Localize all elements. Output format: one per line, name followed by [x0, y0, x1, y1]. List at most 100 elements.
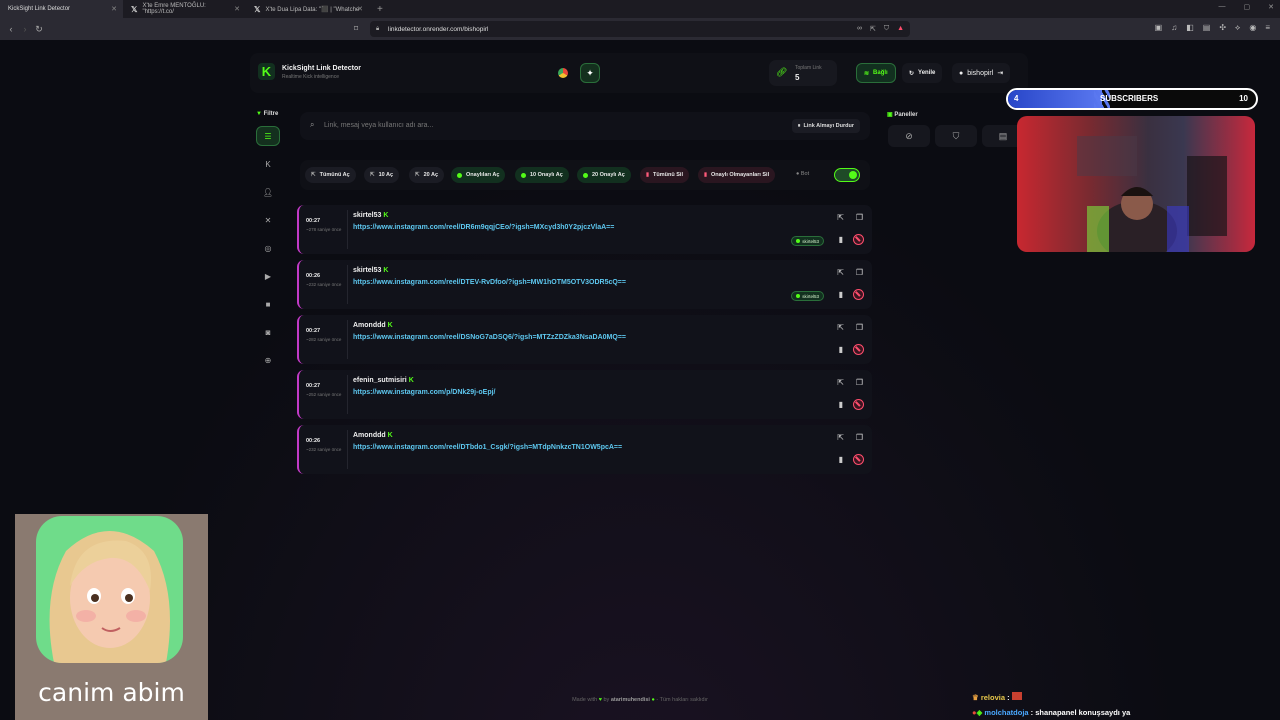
delete-icon[interactable]: ▮: [839, 400, 843, 409]
open-10-approved-button[interactable]: 10 Onaylı Aç: [515, 167, 569, 183]
menu-icon[interactable]: ≡: [1265, 23, 1270, 33]
new-tab-button[interactable]: +: [369, 4, 391, 15]
filter-instagram-icon[interactable]: ◎: [256, 238, 280, 258]
search-bar[interactable]: ⌕ Link, mesaj veya kullanıcı adı ara... …: [300, 112, 870, 140]
extension-icon[interactable]: ▤: [1203, 23, 1211, 33]
delete-all-button[interactable]: ▮ Tümünü Sil: [640, 167, 689, 183]
open-link-icon[interactable]: ⇱: [837, 378, 844, 387]
ban-icon[interactable]: [853, 399, 864, 410]
open-20-approved-button[interactable]: 20 Onaylı Aç: [577, 167, 631, 183]
link-time: 00:27: [306, 328, 321, 334]
minimize-icon[interactable]: —: [1219, 3, 1226, 11]
chrome-icon[interactable]: [553, 63, 573, 83]
glasses-icon[interactable]: ∞: [857, 25, 862, 33]
logout-icon[interactable]: ⇥: [997, 69, 1003, 77]
open-20-button[interactable]: ⇱ 20 Aç: [409, 167, 445, 183]
close-icon[interactable]: ✕: [357, 5, 363, 13]
kick-icon: K: [387, 432, 393, 439]
brave-rewards-icon[interactable]: ▲: [897, 25, 904, 33]
open-20-label: 20 Aç: [423, 172, 439, 178]
panel-shield-button[interactable]: ⛉: [935, 125, 977, 147]
link-url[interactable]: https://www.instagram.com/p/DNk29j-oEpj/: [353, 389, 495, 396]
bookmark-icon[interactable]: ⌑: [354, 24, 358, 33]
filter-youtube-icon[interactable]: ▶: [256, 266, 280, 286]
open-20-approved-label: 20 Onaylı Aç: [592, 172, 625, 178]
bot-toggle[interactable]: [834, 168, 860, 182]
delete-icon[interactable]: ▮: [839, 290, 843, 299]
maximize-icon[interactable]: ▢: [1244, 3, 1251, 11]
panel-ban-button[interactable]: ⊘: [888, 125, 930, 147]
footer-author[interactable]: atarimuhendisi: [611, 697, 650, 703]
link-url[interactable]: https://www.instagram.com/reel/DR6m9qqjC…: [353, 224, 614, 231]
delete-icon[interactable]: ▮: [839, 455, 843, 464]
link-url[interactable]: https://www.instagram.com/reel/DSNoG7aDS…: [353, 334, 626, 341]
link-user[interactable]: Amonddd K: [353, 322, 393, 329]
link-card: 00:26 ~232 saniye önce Amonddd K https://…: [297, 425, 872, 474]
extension-bird-icon[interactable]: ✦: [580, 63, 600, 83]
refresh-button[interactable]: ↻ Yenile: [902, 63, 943, 83]
filter-kick-icon[interactable]: K: [256, 154, 280, 174]
open-link-icon[interactable]: ⇱: [837, 213, 844, 222]
reader-icon[interactable]: ◧: [1186, 23, 1194, 33]
link-url[interactable]: https://www.instagram.com/reel/DTbdo1_Cs…: [353, 444, 622, 451]
back-icon[interactable]: ‹: [4, 24, 18, 34]
forward-icon[interactable]: ›: [18, 24, 32, 34]
browser-tab[interactable]: 𝕏 X'te Emre MENTOĞLU: "https://t.co/ ✕: [123, 0, 246, 18]
shield-icon[interactable]: ⛉: [884, 25, 889, 33]
check-icon: [457, 172, 462, 178]
delete-icon[interactable]: ▮: [839, 235, 843, 244]
close-icon[interactable]: ✕: [111, 5, 117, 13]
user-menu[interactable]: ● bishopirl ⇥: [952, 63, 1011, 83]
browser-tab[interactable]: 𝕏 X'te Dua Lipa Data: "⬛ | "Whatche ✕: [246, 0, 369, 18]
puzzle-icon[interactable]: ✣: [1219, 23, 1226, 33]
ban-icon[interactable]: [853, 454, 864, 465]
ban-icon[interactable]: [853, 344, 864, 355]
reload-icon[interactable]: ↻: [32, 24, 46, 35]
delete-unapproved-button[interactable]: ▮ Onaylı Olmayanları Sil: [698, 167, 776, 183]
filter-all-icon[interactable]: ☰: [256, 126, 280, 146]
search-input[interactable]: Link, mesaj veya kullanıcı adı ara...: [324, 122, 433, 129]
share-icon[interactable]: ⇱: [870, 25, 876, 33]
filter-camera-icon[interactable]: ◙: [256, 322, 280, 342]
open-10-button[interactable]: ⇱ 10 Aç: [364, 167, 400, 183]
search-icon: ⌕: [310, 120, 315, 129]
toggle-knob: [849, 171, 857, 179]
open-link-icon[interactable]: ⇱: [837, 323, 844, 332]
open-approved-button[interactable]: Onaylıları Aç: [451, 167, 506, 183]
open-link-icon[interactable]: ⇱: [837, 433, 844, 442]
link-user[interactable]: Amonddd K: [353, 432, 393, 439]
subs-label: SUBSCRIBERS: [1100, 94, 1159, 103]
link-user[interactable]: skirtel53 K: [353, 212, 388, 219]
link-user[interactable]: efenin_sutmisiri K: [353, 377, 414, 384]
sidebar-toggle-icon[interactable]: ▣: [1155, 23, 1163, 33]
ban-icon[interactable]: [853, 289, 864, 300]
delete-icon[interactable]: ▮: [839, 345, 843, 354]
stop-links-button[interactable]: ⏸︎ Link Almayı Durdur: [791, 119, 860, 133]
copy-icon[interactable]: ❐: [856, 213, 863, 222]
copy-icon[interactable]: ❐: [856, 378, 863, 387]
wallet-icon[interactable]: ◉: [1249, 23, 1256, 33]
open-link-icon[interactable]: ⇱: [837, 268, 844, 277]
close-window-icon[interactable]: ✕: [1268, 3, 1274, 11]
link-card: 00:27 ~282 saniye önce Amonddd K https://…: [297, 315, 872, 364]
open-all-button[interactable]: ⇱ Tümünü Aç: [305, 167, 356, 183]
browser-tab-active[interactable]: KickSight Link Detector ✕: [0, 0, 123, 18]
filter-video-icon[interactable]: ■: [256, 294, 280, 314]
filter-x-icon[interactable]: ✕: [256, 210, 280, 230]
leo-icon[interactable]: ⟡: [1235, 23, 1240, 33]
music-icon[interactable]: ♫: [1171, 23, 1177, 33]
ban-icon[interactable]: [853, 234, 864, 245]
external-link-icon: ⇱: [370, 172, 375, 178]
link-user[interactable]: skirtel53 K: [353, 267, 388, 274]
check-icon: [796, 294, 801, 298]
copy-icon[interactable]: ❐: [856, 433, 863, 442]
copy-icon[interactable]: ❐: [856, 323, 863, 332]
filter-user-icon[interactable]: 👤︎: [256, 182, 280, 202]
close-icon[interactable]: ✕: [234, 5, 240, 13]
filter-globe-icon[interactable]: ⊕: [256, 350, 280, 370]
address-bar[interactable]: 🔒︎ linkdetector.onrender.com/bishopirl ∞…: [370, 21, 910, 37]
connected-button[interactable]: ≋ Bağlı: [856, 63, 896, 83]
link-url[interactable]: https://www.instagram.com/reel/DTEV-RvDf…: [353, 279, 626, 286]
heart-icon: ♥: [598, 697, 602, 703]
copy-icon[interactable]: ❐: [856, 268, 863, 277]
